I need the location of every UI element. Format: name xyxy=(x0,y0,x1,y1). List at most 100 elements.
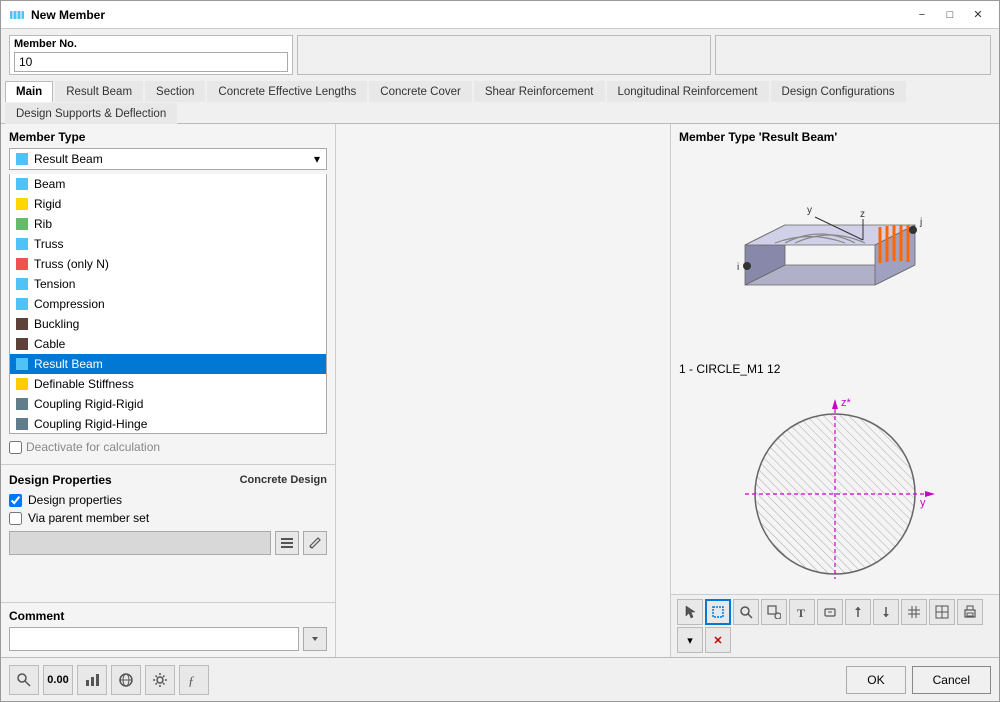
tab-shear-reinforcement[interactable]: Shear Reinforcement xyxy=(474,81,605,102)
member-type-selected-label: Result Beam xyxy=(34,152,103,166)
rp-grid-btn[interactable] xyxy=(901,599,927,625)
member-no-empty1 xyxy=(297,35,710,75)
list-item-label: Beam xyxy=(34,177,65,191)
svg-text:i: i xyxy=(737,262,739,273)
main-area: Member Type Result Beam ▾ Be xyxy=(1,124,999,657)
ok-button[interactable]: OK xyxy=(846,666,905,694)
gear-icon xyxy=(152,672,168,688)
svg-text:y: y xyxy=(807,205,812,216)
member-type-dropdown[interactable]: Result Beam ▾ xyxy=(9,148,327,170)
tab-concrete-cover[interactable]: Concrete Cover xyxy=(369,81,472,102)
list-item[interactable]: Truss (only N) xyxy=(10,254,326,274)
decimal-btn[interactable]: 0.00 xyxy=(43,665,73,695)
beam-swatch xyxy=(16,178,28,190)
zoom-box-icon xyxy=(767,605,781,619)
settings-btn[interactable] xyxy=(145,665,175,695)
member-no-input[interactable] xyxy=(14,52,288,72)
tab-design-supports-deflection[interactable]: Design Supports & Deflection xyxy=(5,103,177,124)
rp-select-rect-btn[interactable] xyxy=(705,599,731,625)
comment-input[interactable] xyxy=(9,627,299,651)
section-id-label: 1 - CIRCLE_M1 12 xyxy=(671,360,999,384)
result-beam-swatch xyxy=(16,153,28,165)
app-icon xyxy=(9,7,25,23)
cable-swatch xyxy=(16,338,28,350)
list-item[interactable]: Buckling xyxy=(10,314,326,334)
minimize-button[interactable]: − xyxy=(909,5,935,25)
list-item-label: Tension xyxy=(34,277,75,291)
def-stiffness-swatch xyxy=(16,378,28,390)
rp-zoom-box-btn[interactable] xyxy=(761,599,787,625)
title-bar: New Member − □ ✕ xyxy=(1,1,999,29)
list-item[interactable]: Definable Stiffness xyxy=(10,374,326,394)
rp-select-btn[interactable] xyxy=(677,599,703,625)
cursor-icon xyxy=(683,605,697,619)
list-item[interactable]: Coupling Rigid-Rigid xyxy=(10,394,326,414)
list-item-label: Buckling xyxy=(34,317,79,331)
svg-text:z: z xyxy=(860,209,865,220)
list-item[interactable]: Rib xyxy=(10,214,326,234)
main-window: New Member − □ ✕ Member No. Main Result … xyxy=(0,0,1000,702)
deactivate-checkbox[interactable] xyxy=(9,441,22,454)
rp-label-btn[interactable] xyxy=(817,599,843,625)
label-icon xyxy=(823,605,837,619)
toolbar-icons: 0.00 xyxy=(9,665,209,695)
list-item[interactable]: Rigid xyxy=(10,194,326,214)
tab-concrete-effective-lengths[interactable]: Concrete Effective Lengths xyxy=(207,81,367,102)
member-type-list: Beam Rigid Rib Truss xyxy=(9,174,327,434)
buckling-swatch xyxy=(16,318,28,330)
title-bar-controls: − □ ✕ xyxy=(909,5,991,25)
cancel-button[interactable]: Cancel xyxy=(912,666,991,694)
close-button[interactable]: ✕ xyxy=(965,5,991,25)
maximize-button[interactable]: □ xyxy=(937,5,963,25)
list-icon xyxy=(280,536,294,550)
rp-text-btn[interactable]: T xyxy=(789,599,815,625)
list-item[interactable]: Compression xyxy=(10,294,326,314)
coupling-rh-swatch xyxy=(16,418,28,430)
design-props-input-row xyxy=(9,531,327,555)
graph-btn[interactable] xyxy=(77,665,107,695)
design-props-title: Design Properties xyxy=(9,473,112,487)
rp-zoom-btn[interactable] xyxy=(733,599,759,625)
rp-arrow-btn[interactable] xyxy=(845,599,871,625)
circle-diagram: y z* xyxy=(671,384,999,594)
rp-close-x-btn[interactable]: ✕ xyxy=(705,627,731,653)
list-item[interactable]: Tension xyxy=(10,274,326,294)
list-item[interactable]: Truss xyxy=(10,234,326,254)
dropdown-icon xyxy=(310,634,320,644)
zoom-icon xyxy=(739,605,753,619)
rp-grid2-btn[interactable] xyxy=(929,599,955,625)
rp-print-btn[interactable] xyxy=(957,599,983,625)
list-item-label: Coupling Rigid-Rigid xyxy=(34,397,143,411)
svg-text:j: j xyxy=(919,217,922,228)
list-item-label: Rib xyxy=(34,217,52,231)
list-item[interactable]: Coupling Rigid-Hinge xyxy=(10,414,326,434)
rp-arrow-down-btn[interactable] xyxy=(873,599,899,625)
search-btn[interactable] xyxy=(9,665,39,695)
design-props-icon-btn-1[interactable] xyxy=(275,531,299,555)
tab-section[interactable]: Section xyxy=(145,81,205,102)
design-props-icon-btn-2[interactable] xyxy=(303,531,327,555)
list-item-result-beam[interactable]: Result Beam xyxy=(10,354,326,374)
rib-swatch xyxy=(16,218,28,230)
via-parent-checkbox[interactable] xyxy=(9,512,22,525)
rp-print-drop-btn[interactable]: ▾ xyxy=(677,627,703,653)
comment-icon-btn[interactable] xyxy=(303,627,327,651)
design-properties-section: Design Properties Concrete Design Design… xyxy=(1,464,335,563)
member-type-result-label: Member Type 'Result Beam' xyxy=(671,124,999,150)
comment-section: Comment xyxy=(1,602,335,657)
tab-main[interactable]: Main xyxy=(5,81,53,102)
title-bar-left: New Member xyxy=(9,7,105,23)
list-item[interactable]: Cable xyxy=(10,334,326,354)
tab-design-configurations[interactable]: Design Configurations xyxy=(771,81,906,102)
tabs-bar: Main Result Beam Section Concrete Effect… xyxy=(1,79,999,124)
right-panel-toolbar: T xyxy=(671,594,999,657)
tab-result-beam[interactable]: Result Beam xyxy=(55,81,143,102)
tab-longitudinal-reinforcement[interactable]: Longitudinal Reinforcement xyxy=(607,81,769,102)
design-props-checkbox[interactable] xyxy=(9,494,22,507)
design-props-input[interactable] xyxy=(9,531,271,555)
list-item[interactable]: Beam xyxy=(10,174,326,194)
bottom-toolbar: 0.00 xyxy=(1,657,999,701)
formula-btn[interactable]: ƒ xyxy=(179,665,209,695)
design-props-header: Design Properties Concrete Design xyxy=(9,473,327,487)
globe-btn[interactable] xyxy=(111,665,141,695)
